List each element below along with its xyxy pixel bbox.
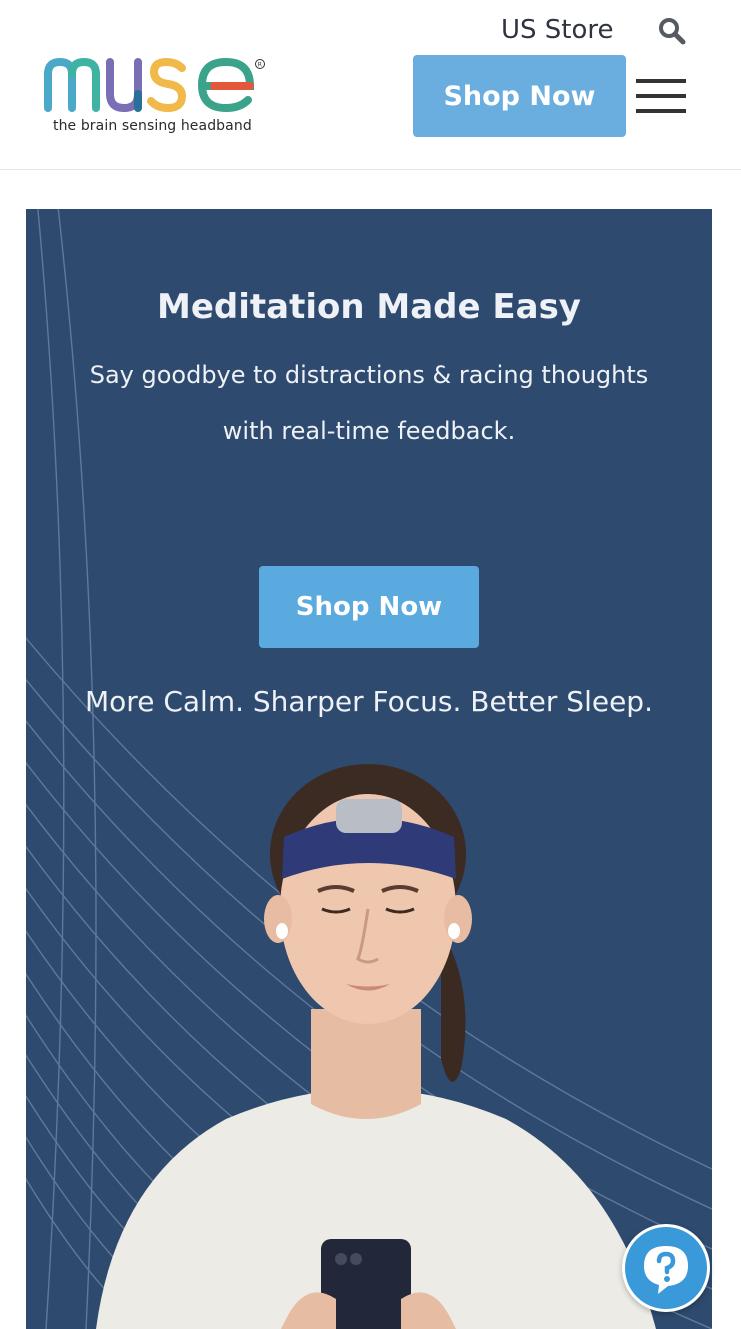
hero-shop-now-button[interactable]: Shop Now: [259, 566, 479, 648]
hero-banner: Meditation Made Easy Say goodbye to dist…: [26, 209, 712, 1329]
hero-subtitle: Say goodbye to distractions & racing tho…: [89, 361, 649, 445]
hero-title: Meditation Made Easy: [157, 287, 581, 327]
muse-wordmark: R: [44, 57, 265, 113]
muse-logo[interactable]: R the brain sensing headband: [44, 52, 274, 142]
header-shop-now-button[interactable]: Shop Now: [413, 55, 626, 137]
search-icon[interactable]: [657, 16, 687, 46]
hamburger-menu-icon[interactable]: [636, 79, 686, 113]
site-header: R the brain sensing headband US Store Sh…: [0, 0, 741, 170]
svg-text:R: R: [258, 62, 262, 69]
help-chat-button[interactable]: [622, 1224, 710, 1312]
woman-wearing-headband-image: [96, 764, 656, 1329]
hero-tagline: More Calm. Sharper Focus. Better Sleep.: [85, 685, 653, 718]
question-chat-icon: [644, 1246, 688, 1294]
logo-tagline: the brain sensing headband: [53, 118, 252, 134]
us-store-link[interactable]: US Store: [501, 15, 614, 45]
